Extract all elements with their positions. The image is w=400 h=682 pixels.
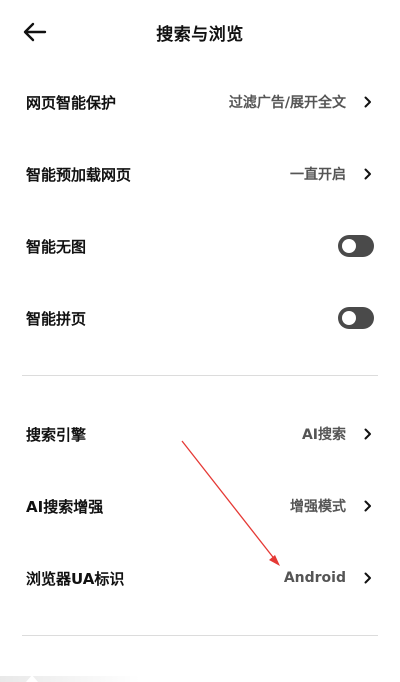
app-header: 搜索与浏览: [0, 0, 400, 64]
setting-label: AI搜索增强: [26, 497, 104, 516]
setting-label: 网页智能保护: [26, 93, 117, 112]
setting-row-search-engine[interactable]: 搜索引擎 AI搜索: [0, 404, 400, 464]
section-divider: [22, 635, 378, 636]
setting-label: 浏览器UA标识: [26, 569, 125, 588]
setting-value: AI搜索: [301, 427, 346, 443]
chevron-right-icon: [362, 571, 374, 585]
setting-row-web-smart-protection[interactable]: 网页智能保护 过滤广告/展开全文: [0, 72, 400, 132]
chevron-right-icon: [362, 95, 374, 109]
smart-no-image-toggle[interactable]: [338, 235, 374, 257]
chevron-right-icon: [362, 427, 374, 441]
arrow-left-icon: [23, 22, 47, 42]
bottom-edge-shadow: [0, 675, 140, 682]
chevron-right-icon: [362, 167, 374, 181]
setting-row-browser-ua[interactable]: 浏览器UA标识 Android: [0, 548, 400, 608]
setting-row-smart-no-image: 智能无图: [0, 216, 400, 276]
toggle-knob: [342, 311, 356, 325]
setting-value: 一直开启: [290, 167, 346, 183]
page-title: 搜索与浏览: [156, 24, 244, 45]
smart-page-merge-toggle[interactable]: [338, 307, 374, 329]
section-divider: [22, 375, 378, 376]
back-button[interactable]: [20, 18, 50, 46]
chevron-right-icon: [362, 499, 374, 513]
toggle-knob: [342, 239, 356, 253]
setting-value: 增强模式: [290, 499, 346, 515]
setting-label: 智能拼页: [26, 309, 87, 328]
setting-row-ai-search-enhance[interactable]: AI搜索增强 增强模式: [0, 476, 400, 536]
setting-label: 智能预加载网页: [26, 165, 132, 184]
setting-value: Android: [283, 570, 346, 586]
setting-row-smart-page-merge: 智能拼页: [0, 288, 400, 348]
setting-row-smart-preload[interactable]: 智能预加载网页 一直开启: [0, 144, 400, 204]
setting-label: 搜索引擎: [26, 425, 87, 444]
setting-value: 过滤广告/展开全文: [228, 95, 346, 111]
setting-label: 智能无图: [26, 237, 87, 256]
